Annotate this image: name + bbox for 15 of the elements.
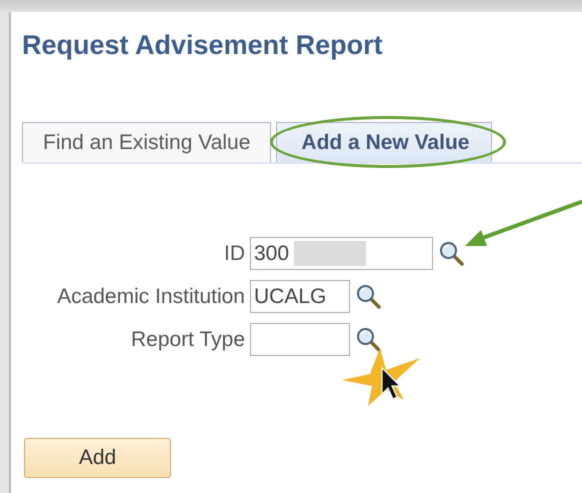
input-field[interactable] bbox=[250, 323, 350, 356]
input-field[interactable]: UCALG bbox=[250, 280, 350, 313]
page-title: Request Advisement Report bbox=[22, 29, 384, 62]
tab[interactable]: Add a New Value bbox=[276, 122, 492, 162]
field-label: ID bbox=[223, 242, 245, 266]
add-button[interactable]: Add bbox=[24, 438, 171, 478]
field-value: 300 bbox=[254, 242, 290, 266]
search-icon[interactable] bbox=[356, 284, 382, 310]
input-field[interactable]: 300 bbox=[250, 237, 433, 270]
search-icon[interactable] bbox=[356, 326, 382, 352]
field-label: Report Type bbox=[130, 328, 245, 352]
field-value: UCALG bbox=[254, 284, 326, 308]
field-label: Academic Institution bbox=[56, 284, 245, 308]
tab[interactable]: Find an Existing Value bbox=[22, 122, 272, 162]
search-icon[interactable] bbox=[439, 240, 465, 266]
